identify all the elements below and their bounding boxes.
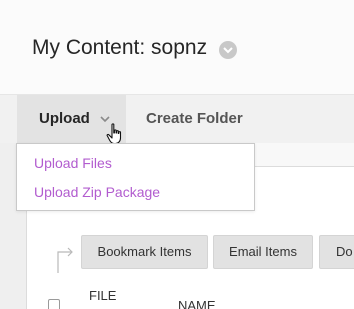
corner-arrow-icon [57, 247, 73, 273]
select-all-checkbox[interactable] [48, 299, 60, 309]
bookmark-items-button[interactable]: Bookmark Items [81, 235, 208, 269]
column-header-file[interactable]: FILE [89, 288, 116, 303]
upload-label: Upload [39, 110, 90, 127]
page: My Content: sopnz Upload Create Folder U… [0, 0, 354, 309]
chevron-down-icon [223, 47, 233, 54]
hand-pointer-icon [106, 123, 122, 145]
menu-item-upload-files[interactable]: Upload Files [34, 155, 112, 171]
page-header: My Content: sopnz [0, 0, 354, 94]
menu-item-upload-zip-package[interactable]: Upload Zip Package [34, 184, 160, 200]
chevron-down-icon [100, 116, 110, 123]
email-items-button[interactable]: Email Items [213, 235, 313, 269]
upload-dropdown-menu: Upload Files Upload Zip Package [16, 143, 255, 211]
create-folder-button[interactable]: Create Folder [146, 110, 243, 127]
action-bar: Upload Create Folder [0, 94, 354, 145]
page-title: My Content: sopnz [32, 36, 208, 59]
upload-button[interactable]: Upload [17, 95, 126, 145]
column-header-name[interactable]: NAME [178, 298, 216, 309]
title-menu-button[interactable] [219, 41, 237, 59]
download-button[interactable]: Do [319, 235, 354, 269]
